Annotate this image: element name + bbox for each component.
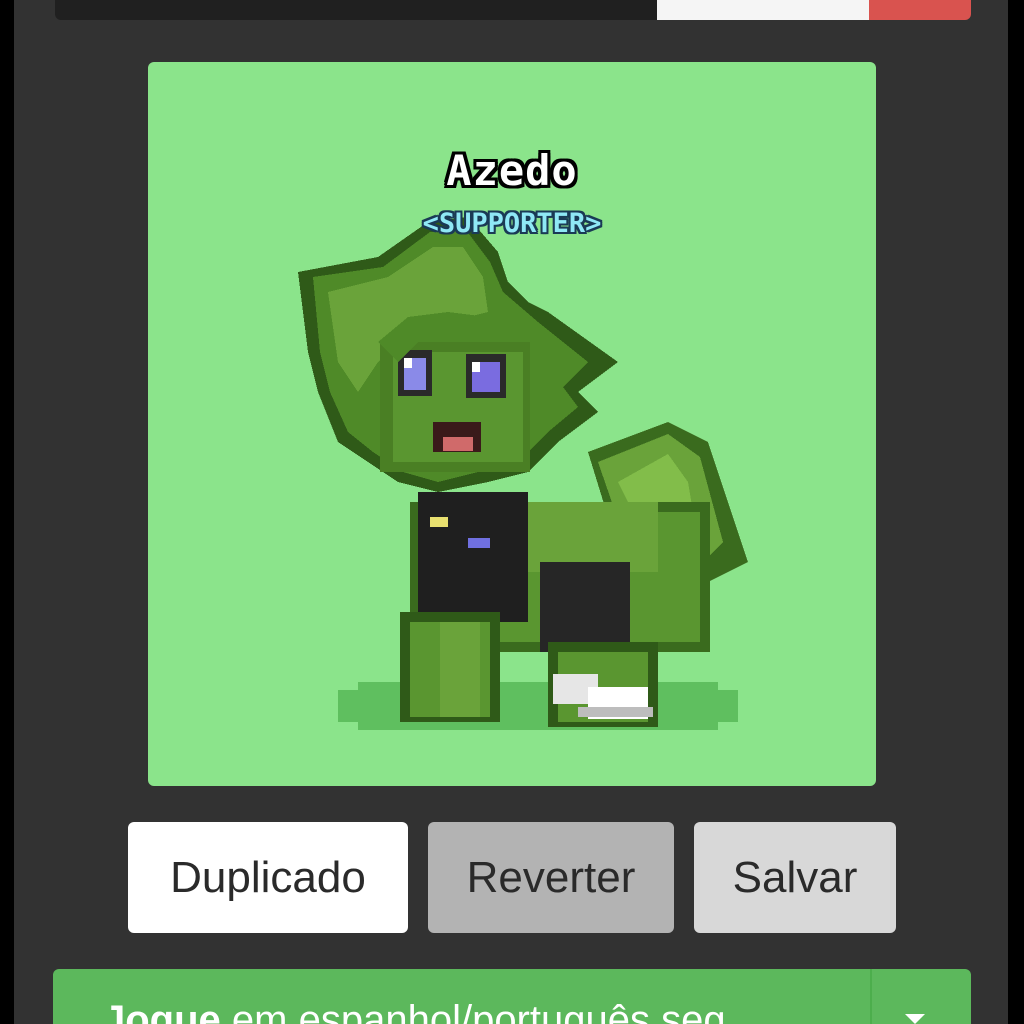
duplicate-button[interactable]: Duplicado bbox=[128, 822, 408, 933]
top-danger-button[interactable] bbox=[869, 0, 971, 20]
language-bar[interactable]: Jogue em espanhol/português seg bbox=[53, 969, 971, 1024]
screen: Azedo <SUPPORTER> Duplicado Reverter Sal… bbox=[0, 0, 1024, 1024]
save-button[interactable]: Salvar bbox=[694, 822, 896, 933]
caret-down-icon[interactable] bbox=[905, 1014, 925, 1024]
pony-preview: Azedo <SUPPORTER> bbox=[148, 62, 876, 786]
pony-name: Azedo bbox=[446, 146, 578, 195]
pony-tag: <SUPPORTER> bbox=[422, 208, 602, 239]
top-button[interactable] bbox=[657, 0, 869, 20]
language-bar-text: Jogue em espanhol/português seg bbox=[103, 995, 726, 1024]
top-bar bbox=[55, 0, 971, 20]
language-bar-bold: Jogue bbox=[103, 998, 221, 1024]
language-bar-label: em espanhol/português seg bbox=[220, 998, 726, 1024]
language-bar-divider bbox=[870, 969, 872, 1024]
revert-button[interactable]: Reverter bbox=[428, 822, 674, 933]
top-input-field[interactable] bbox=[55, 0, 657, 20]
